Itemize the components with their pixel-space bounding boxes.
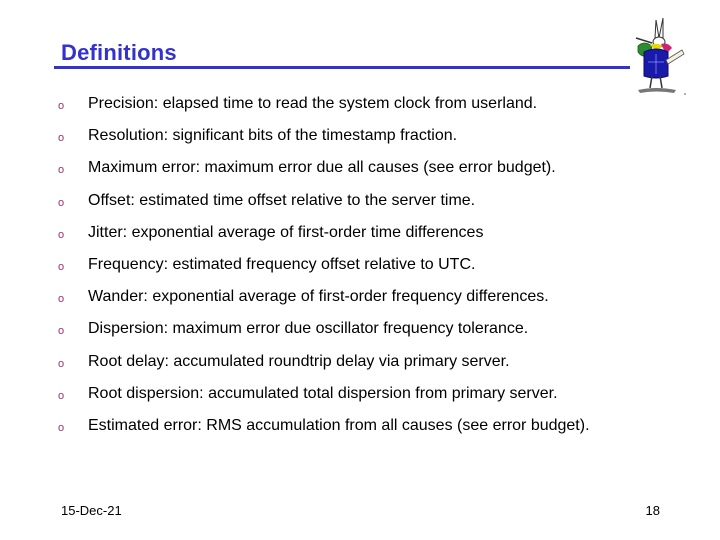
list-item: o Frequency: estimated frequency offset … bbox=[0, 254, 720, 286]
list-item-text: Jitter: exponential average of first-ord… bbox=[88, 223, 484, 241]
list-item-text: Precision: elapsed time to read the syst… bbox=[88, 95, 538, 112]
list-item: o Wander: exponential average of first-o… bbox=[0, 286, 720, 318]
bullet-icon: o bbox=[58, 421, 65, 434]
bullet-icon: o bbox=[58, 260, 65, 273]
list-item: o Estimated error: RMS accumulation from… bbox=[0, 415, 720, 447]
bullet-icon: o bbox=[58, 228, 65, 241]
list-item-text: Offset: estimated time offset relative t… bbox=[88, 191, 476, 209]
bullet-icon: o bbox=[58, 325, 65, 338]
list-item-text: Frequency: estimated frequency offset re… bbox=[88, 255, 476, 273]
list-item: o Precision: elapsed time to read the sy… bbox=[0, 93, 720, 125]
bullet-icon: o bbox=[58, 293, 65, 306]
bullet-icon: o bbox=[58, 357, 65, 370]
bullet-icon: o bbox=[58, 164, 65, 177]
list-item: o Offset: estimated time offset relative… bbox=[0, 190, 720, 222]
list-item-text: Dispersion: maximum error due oscillator… bbox=[88, 320, 529, 338]
list-item-text: Root dispersion: accumulated total dispe… bbox=[88, 384, 558, 402]
list-item-text: Root delay: accumulated roundtrip delay … bbox=[88, 352, 510, 370]
page-number: 18 bbox=[645, 503, 660, 518]
list-item: o Root delay: accumulated roundtrip dela… bbox=[0, 351, 720, 383]
list-item: o Dispersion: maximum error due oscillat… bbox=[0, 318, 720, 350]
list-item-text: Estimated error: RMS accumulation from a… bbox=[88, 416, 590, 434]
list-item-text: Maximum error: maximum error due all cau… bbox=[88, 159, 556, 177]
slide-title: Definitions bbox=[61, 40, 177, 65]
footer-date: 15-Dec-21 bbox=[61, 503, 122, 518]
list-item: o Jitter: exponential average of first-o… bbox=[0, 222, 720, 254]
list-item: o Root dispersion: accumulated total dis… bbox=[0, 383, 720, 415]
list-item: o Maximum error: maximum error due all c… bbox=[0, 157, 720, 189]
title-underline-divider bbox=[54, 66, 630, 69]
white-rabbit-icon bbox=[635, 17, 686, 95]
bullet-icon: o bbox=[58, 132, 65, 145]
bullet-icon: o bbox=[58, 100, 65, 112]
bullet-icon: o bbox=[58, 196, 65, 209]
definitions-list: o Precision: elapsed time to read the sy… bbox=[0, 93, 720, 447]
bullet-icon: o bbox=[58, 389, 65, 402]
list-item: o Resolution: significant bits of the ti… bbox=[0, 125, 720, 157]
list-item-text: Resolution: significant bits of the time… bbox=[88, 127, 458, 145]
list-item-text: Wander: exponential average of first-ord… bbox=[88, 288, 549, 306]
